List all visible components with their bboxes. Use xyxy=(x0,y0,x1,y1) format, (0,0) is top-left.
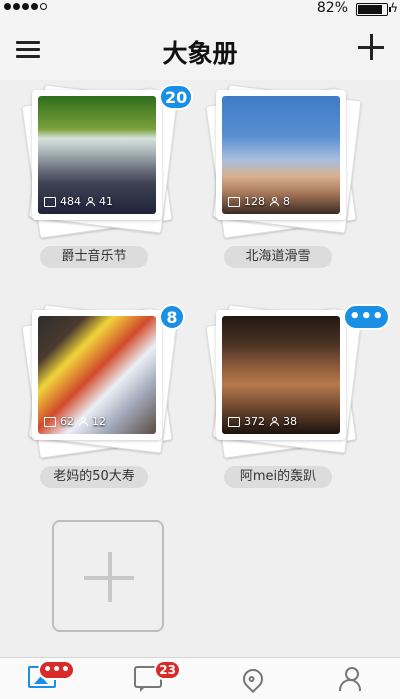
more-options-badge[interactable]: ••• xyxy=(343,304,390,330)
album-card[interactable]: 128 8 北海道滑雪 xyxy=(205,84,362,274)
tab-messages[interactable]: 23 xyxy=(134,660,181,694)
profile-icon xyxy=(338,667,362,691)
album-cover-image: 484 41 xyxy=(38,96,156,214)
charging-icon: ϟ xyxy=(390,1,398,15)
add-album-button[interactable] xyxy=(52,520,164,632)
album-cover-image: 128 8 xyxy=(222,96,340,214)
tab-profile[interactable] xyxy=(338,666,368,694)
album-cover-image: 372 38 xyxy=(222,316,340,434)
photo-count: 62 xyxy=(60,415,74,428)
status-bar: 82% ϟ xyxy=(0,0,400,18)
album-label[interactable]: 老妈的50大寿 xyxy=(40,466,148,488)
tab-location[interactable] xyxy=(238,664,268,694)
photo-count: 372 xyxy=(244,415,265,428)
album-cover: 372 38 xyxy=(216,310,346,440)
photo-count: 484 xyxy=(60,195,81,208)
album-badge: 20 xyxy=(159,84,194,110)
tab-photos[interactable]: ••• xyxy=(28,660,75,694)
tab-bar: ••• 23 xyxy=(0,657,400,699)
people-count-icon xyxy=(85,197,95,206)
album-card[interactable]: 372 38 ••• 阿mei的轰趴 xyxy=(205,304,390,494)
album-card[interactable]: 484 41 20 爵士音乐节 xyxy=(21,84,194,274)
photo-count-icon xyxy=(228,196,240,207)
plus-icon[interactable] xyxy=(358,34,384,60)
album-label[interactable]: 北海道滑雪 xyxy=(224,246,332,268)
album-label[interactable]: 爵士音乐节 xyxy=(40,246,148,268)
photo-count: 128 xyxy=(244,195,265,208)
battery-percentage: 82% xyxy=(316,0,348,16)
people-count: 41 xyxy=(99,195,113,208)
navigation-bar: 大象册 xyxy=(0,18,400,80)
people-count-icon xyxy=(269,417,279,426)
photo-count-icon xyxy=(44,416,56,427)
tab-badge: ••• xyxy=(38,660,75,680)
photo-count-icon xyxy=(44,196,56,207)
page-title: 大象册 xyxy=(162,39,238,68)
album-counts: 372 38 xyxy=(228,415,297,428)
album-cover: 484 41 xyxy=(32,90,162,220)
tab-badge: 23 xyxy=(154,660,181,680)
album-cover: 128 8 xyxy=(216,90,346,220)
photo-count-icon xyxy=(228,416,240,427)
album-label[interactable]: 阿mei的轰趴 xyxy=(224,466,332,488)
location-icon xyxy=(238,664,268,694)
album-cover-image: 62 12 xyxy=(38,316,156,434)
people-count-icon xyxy=(269,197,279,206)
people-count-icon xyxy=(78,417,88,426)
album-counts: 128 8 xyxy=(228,195,290,208)
album-card[interactable]: 62 12 8 老妈的50大寿 xyxy=(21,304,185,494)
album-counts: 62 12 xyxy=(44,415,106,428)
album-counts: 484 41 xyxy=(44,195,113,208)
signal-strength xyxy=(4,3,47,10)
people-count: 38 xyxy=(283,415,297,428)
people-count: 8 xyxy=(283,195,290,208)
battery-icon xyxy=(356,3,391,16)
album-badge: 8 xyxy=(159,304,185,330)
people-count: 12 xyxy=(92,415,106,428)
album-cover: 62 12 xyxy=(32,310,162,440)
